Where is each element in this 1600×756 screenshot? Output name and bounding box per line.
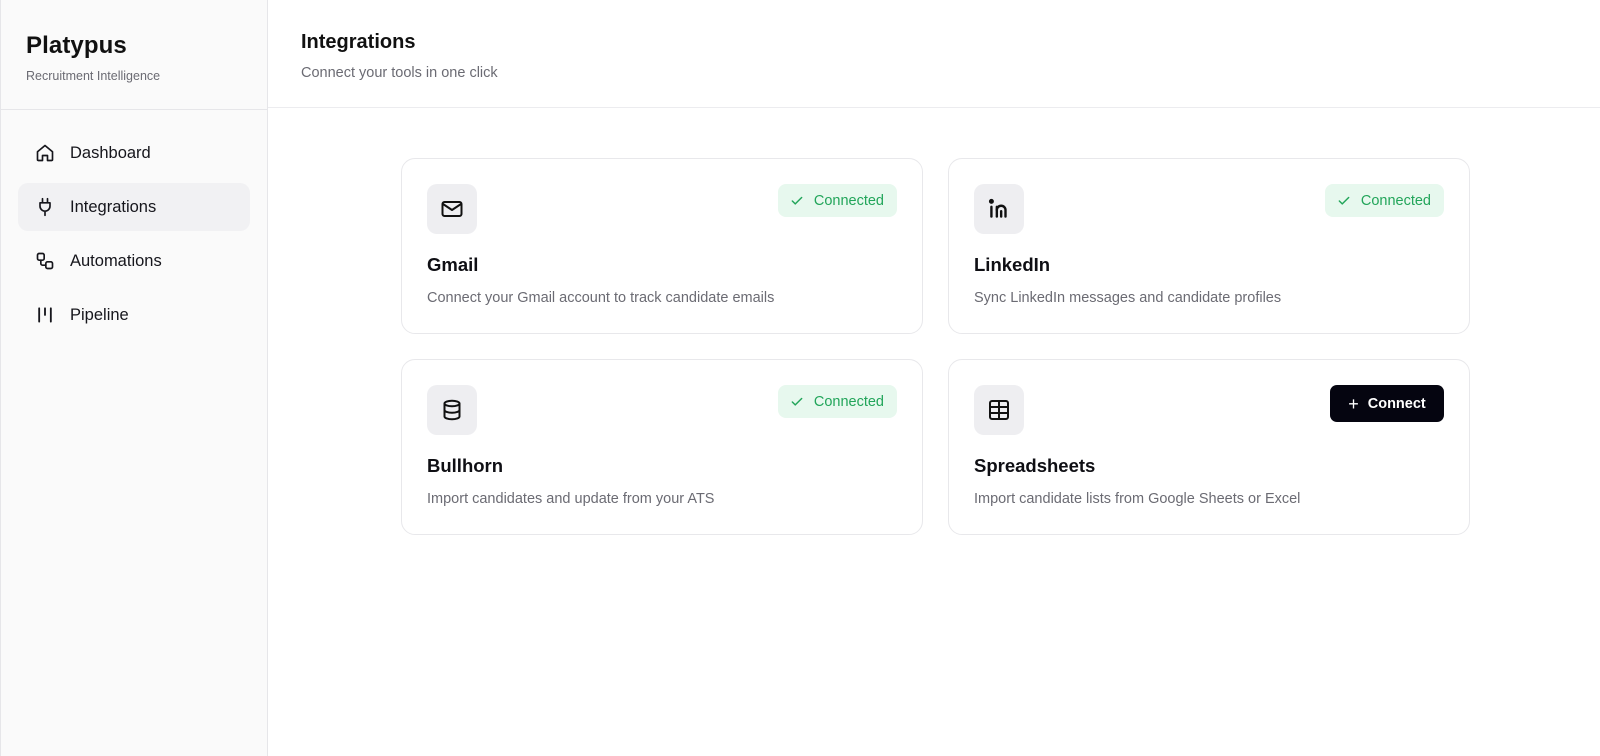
sidebar-item-label: Automations xyxy=(70,251,162,270)
plus-icon: + xyxy=(1348,393,1359,414)
connected-badge: Connected xyxy=(1324,184,1444,217)
status-label: Connected xyxy=(813,192,884,209)
sidebar-item-dashboard[interactable]: Dashboard xyxy=(18,129,250,177)
connected-badge: Connected xyxy=(777,184,897,217)
integrations-grid: Gmail Connect your Gmail account to trac… xyxy=(401,158,1470,535)
integration-description: Import candidate lists from Google Sheet… xyxy=(974,491,1301,507)
integration-card-bullhorn: Bullhorn Import candidates and update fr… xyxy=(401,359,923,535)
integration-description: Import candidates and update from your A… xyxy=(427,491,715,507)
table-icon xyxy=(974,385,1024,435)
status-label: Connected xyxy=(813,393,884,410)
mail-icon xyxy=(427,184,477,234)
integration-name: LinkedIn xyxy=(974,254,1051,275)
brand-subtitle: Recruitment Intelligence xyxy=(26,69,161,83)
integration-card-linkedin: LinkedIn Sync LinkedIn messages and cand… xyxy=(948,158,1470,334)
integration-description: Connect your Gmail account to track cand… xyxy=(427,290,775,306)
sidebar-item-label: Dashboard xyxy=(70,143,151,162)
check-icon xyxy=(790,395,804,409)
integration-description: Sync LinkedIn messages and candidate pro… xyxy=(974,290,1282,306)
sidebar-item-automations[interactable]: Automations xyxy=(18,237,250,285)
workflow-icon xyxy=(35,251,55,271)
linkedin-icon xyxy=(974,184,1024,234)
sidebar-item-pipeline[interactable]: Pipeline xyxy=(18,291,250,339)
status-label: Connected xyxy=(1360,192,1431,209)
page-title: Integrations xyxy=(301,31,416,53)
page-subtitle: Connect your tools in one click xyxy=(301,65,498,81)
sidebar-item-integrations[interactable]: Integrations xyxy=(18,183,250,231)
sidebar-item-label: Pipeline xyxy=(70,305,129,324)
brand: Platypus Recruitment Intelligence xyxy=(1,0,267,110)
connect-button-label: Connect xyxy=(1367,395,1426,412)
check-icon xyxy=(1337,194,1351,208)
home-icon xyxy=(35,143,55,163)
brand-title: Platypus xyxy=(26,32,127,59)
sidebar-nav: Dashboard Integrations Automations Pipel… xyxy=(1,110,267,339)
sidebar: Platypus Recruitment Intelligence Dashbo… xyxy=(0,0,268,756)
connect-button[interactable]: + Connect xyxy=(1330,385,1444,422)
pipeline-icon xyxy=(35,305,55,325)
integration-name: Bullhorn xyxy=(427,455,504,476)
database-icon xyxy=(427,385,477,435)
integration-name: Gmail xyxy=(427,254,479,275)
connected-badge: Connected xyxy=(777,385,897,418)
page-header: Integrations Connect your tools in one c… xyxy=(268,0,1600,108)
integration-name: Spreadsheets xyxy=(974,455,1096,476)
integration-card-spreadsheets: Spreadsheets Import candidate lists from… xyxy=(948,359,1470,535)
plug-icon xyxy=(35,197,55,217)
sidebar-item-label: Integrations xyxy=(70,197,157,216)
integration-card-gmail: Gmail Connect your Gmail account to trac… xyxy=(401,158,923,334)
check-icon xyxy=(790,194,804,208)
